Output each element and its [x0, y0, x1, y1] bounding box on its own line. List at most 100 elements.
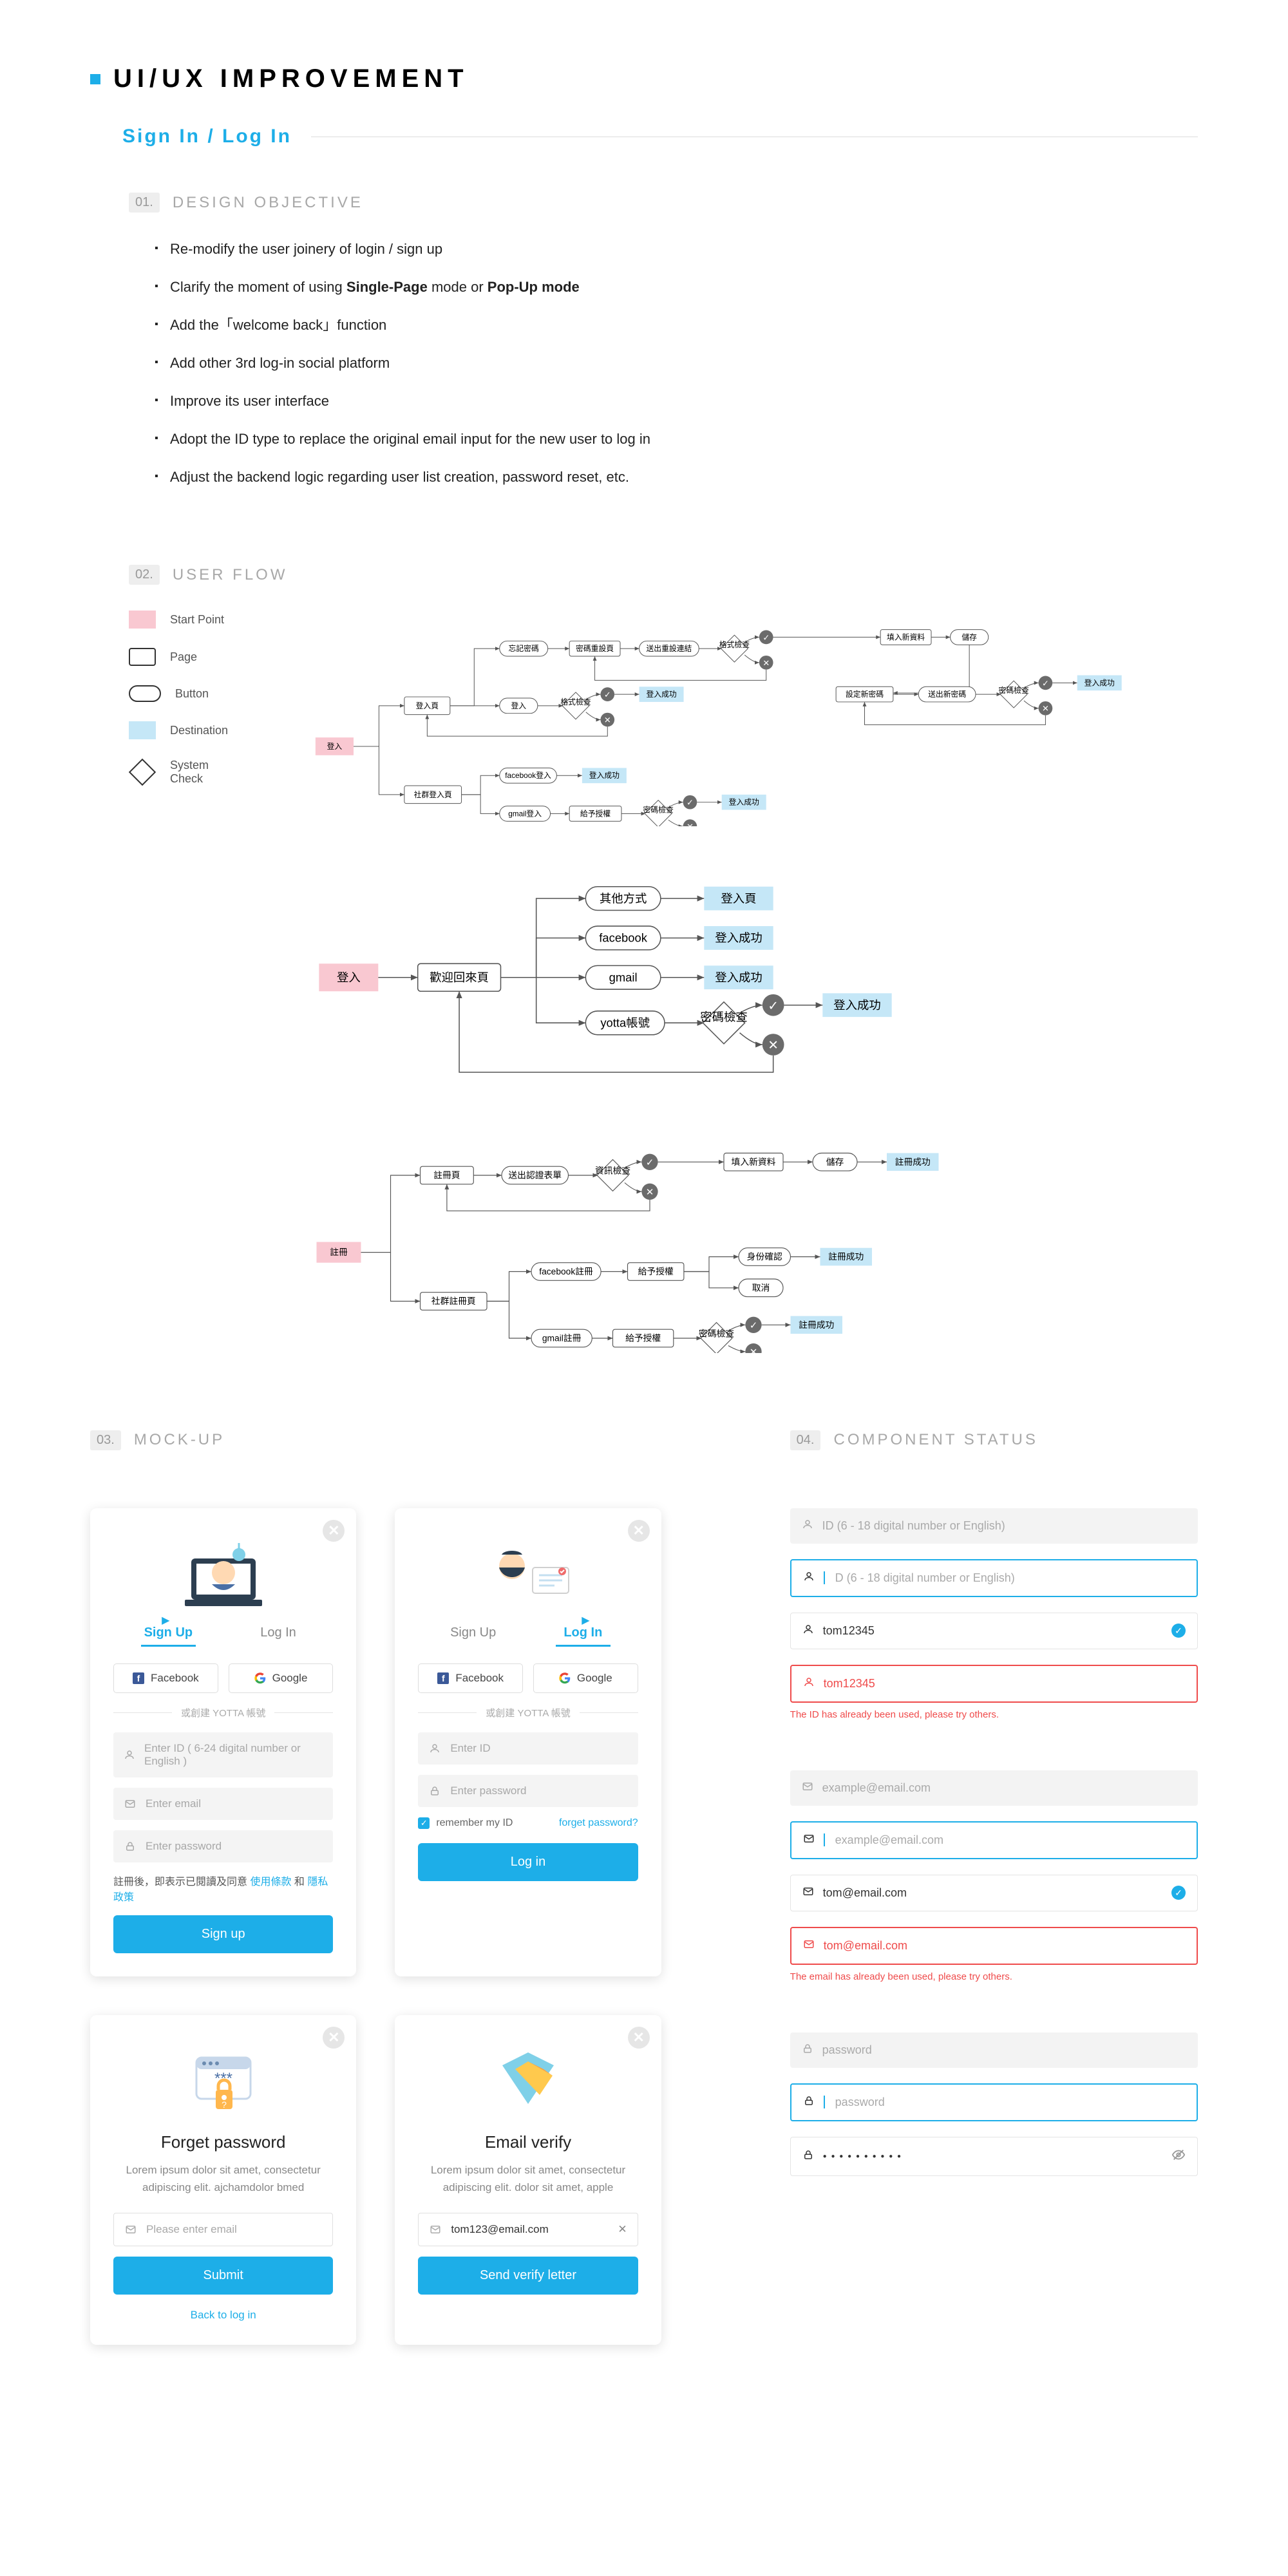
- id-default[interactable]: ID (6 - 18 digital number or English): [790, 1508, 1198, 1544]
- objective-item: Add the「welcome back」function: [155, 314, 1198, 336]
- objective-list: Re-modify the user joinery of login / si…: [129, 238, 1198, 488]
- svg-text:送出重設連結: 送出重設連結: [646, 644, 692, 653]
- check-icon: ✓: [1171, 1624, 1186, 1638]
- svg-text:✕: ✕: [604, 715, 611, 724]
- svg-text:登入成功: 登入成功: [729, 798, 759, 807]
- facebook-button[interactable]: fFacebook: [113, 1663, 218, 1693]
- svg-text:✓: ✓: [646, 1157, 654, 1168]
- objective-item: Re-modify the user joinery of login / si…: [155, 238, 1198, 260]
- id-valid[interactable]: tom12345✓: [790, 1613, 1198, 1649]
- svg-text:登入成功: 登入成功: [646, 690, 676, 699]
- login-illustration: [418, 1533, 638, 1616]
- tab-signup[interactable]: Sign Up: [113, 1625, 223, 1647]
- close-icon[interactable]: ✕: [323, 2027, 345, 2049]
- svg-text:✓: ✓: [750, 1320, 758, 1331]
- eye-icon[interactable]: [1171, 2148, 1186, 2165]
- forget-password-link[interactable]: forget password?: [559, 1817, 638, 1829]
- svg-text:登入成功: 登入成功: [833, 998, 881, 1012]
- id-input[interactable]: Enter ID: [418, 1732, 638, 1765]
- forget-title: Forget password: [113, 2132, 333, 2152]
- google-button[interactable]: Google: [229, 1663, 334, 1693]
- email-input[interactable]: Enter email: [113, 1788, 333, 1820]
- flow-diagrams: 登入 登入頁 社群登入頁 忘記密碼 密碼重設頁: [309, 611, 1198, 1353]
- svg-text:✓: ✓: [687, 798, 694, 808]
- id-input[interactable]: Enter ID ( 6-24 digital number or Englis…: [113, 1732, 333, 1777]
- svg-text:✓: ✓: [768, 999, 779, 1014]
- submit-button[interactable]: Submit: [113, 2257, 333, 2295]
- svg-text:取消: 取消: [752, 1283, 770, 1293]
- id-focus[interactable]: D (6 - 18 digital number or English): [790, 1559, 1198, 1597]
- email-valid[interactable]: tom@email.com✓: [790, 1875, 1198, 1911]
- svg-text:✕: ✕: [762, 658, 770, 668]
- forget-card: ✕ ***? Forget password Lorem ipsum dolor…: [90, 2015, 356, 2345]
- svg-text:密碼重設頁: 密碼重設頁: [576, 644, 614, 653]
- svg-text:註冊成功: 註冊成功: [799, 1320, 834, 1330]
- svg-text:yotta帳號: yotta帳號: [600, 1016, 650, 1030]
- svg-text:✕: ✕: [1042, 704, 1049, 714]
- send-verify-button[interactable]: Send verify letter: [418, 2257, 638, 2295]
- password-input[interactable]: Enter password: [418, 1775, 638, 1807]
- section-number: 02.: [129, 565, 160, 585]
- tab-login[interactable]: Log In: [223, 1625, 334, 1647]
- svg-text:登入頁: 登入頁: [721, 891, 756, 905]
- svg-text:facebook: facebook: [599, 931, 647, 945]
- svg-text:社群登入頁: 社群登入頁: [414, 790, 452, 799]
- legend-start: Start Point: [170, 613, 224, 627]
- forget-illustration: ***?: [113, 2040, 333, 2123]
- svg-text:✕: ✕: [750, 1347, 758, 1353]
- signup-illustration: [113, 1533, 333, 1616]
- id-error[interactable]: tom12345: [790, 1665, 1198, 1703]
- subtitle: Sign In / Log In: [122, 126, 292, 147]
- pwd-filled[interactable]: ● ● ● ● ● ● ● ● ● ●: [790, 2137, 1198, 2176]
- objective-item: Adjust the backend logic regarding user …: [155, 466, 1198, 488]
- svg-text:facebook登入: facebook登入: [505, 771, 551, 780]
- svg-text:登入: 登入: [337, 971, 361, 984]
- svg-text:gmail登入: gmail登入: [508, 809, 542, 818]
- verify-card: ✕ Email verify Lorem ipsum dolor sit ame…: [395, 2015, 661, 2345]
- facebook-button[interactable]: fFacebook: [418, 1663, 523, 1693]
- svg-text:儲存: 儲存: [961, 632, 977, 641]
- google-button[interactable]: Google: [533, 1663, 638, 1693]
- section-title: MOCK-UP: [134, 1431, 225, 1449]
- email-error[interactable]: tom@email.com: [790, 1927, 1198, 1965]
- close-icon[interactable]: ✕: [628, 2027, 650, 2049]
- login-button[interactable]: Log in: [418, 1843, 638, 1881]
- email-input[interactable]: tom123@email.com✕: [418, 2213, 638, 2246]
- signup-button[interactable]: Sign up: [113, 1915, 333, 1953]
- svg-text:給予授權: 給予授權: [638, 1267, 674, 1276]
- email-focus[interactable]: example@email.com: [790, 1821, 1198, 1859]
- login-card: ✕ ▶ Sign Up Log In fFacebook Google 或創建 …: [395, 1508, 661, 1976]
- pwd-focus[interactable]: password: [790, 2083, 1198, 2121]
- svg-text:登入成功: 登入成功: [715, 931, 762, 945]
- tab-signup[interactable]: Sign Up: [418, 1625, 528, 1647]
- svg-text:✕: ✕: [646, 1187, 654, 1198]
- flow-legend: Start Point Page Button Destination Syst…: [129, 611, 258, 1353]
- close-icon[interactable]: ✕: [323, 1520, 345, 1542]
- svg-text:登入成功: 登入成功: [715, 971, 762, 984]
- tab-login[interactable]: Log In: [528, 1625, 638, 1647]
- section-number: 03.: [90, 1430, 121, 1450]
- objective-item: Improve its user interface: [155, 390, 1198, 412]
- pwd-default[interactable]: password: [790, 2032, 1198, 2068]
- password-input[interactable]: Enter password: [113, 1830, 333, 1862]
- email-error-msg: The email has already been used, please …: [790, 1971, 1198, 1982]
- id-error-msg: The ID has already been used, please try…: [790, 1709, 1198, 1720]
- email-default[interactable]: example@email.com: [790, 1770, 1198, 1806]
- title-marker: [90, 74, 100, 84]
- svg-text:身份確認: 身份確認: [747, 1252, 782, 1262]
- svg-text:gmail: gmail: [609, 971, 638, 984]
- svg-text:facebook註冊: facebook註冊: [539, 1267, 593, 1276]
- signup-card: ✕ ▶ Sign Up Log In fFacebook Google 或創建 …: [90, 1508, 356, 1976]
- back-link[interactable]: Back to log in: [113, 2309, 333, 2322]
- svg-text:填入新資料: 填入新資料: [732, 1157, 776, 1167]
- remember-checkbox[interactable]: ✓remember my ID: [418, 1817, 513, 1829]
- clear-icon[interactable]: ✕: [618, 2223, 627, 2236]
- svg-text:登入: 登入: [327, 742, 343, 751]
- email-input[interactable]: Please enter email: [113, 2213, 333, 2246]
- page-title: UI/UX IMPROVEMENT: [113, 64, 469, 93]
- terms-link[interactable]: 使用條款: [250, 1877, 291, 1888]
- svg-text:登入: 登入: [511, 701, 526, 710]
- svg-text:✕: ✕: [768, 1039, 779, 1053]
- close-icon[interactable]: ✕: [628, 1520, 650, 1542]
- svg-text:密碼檢查: 密碼檢查: [699, 1328, 734, 1338]
